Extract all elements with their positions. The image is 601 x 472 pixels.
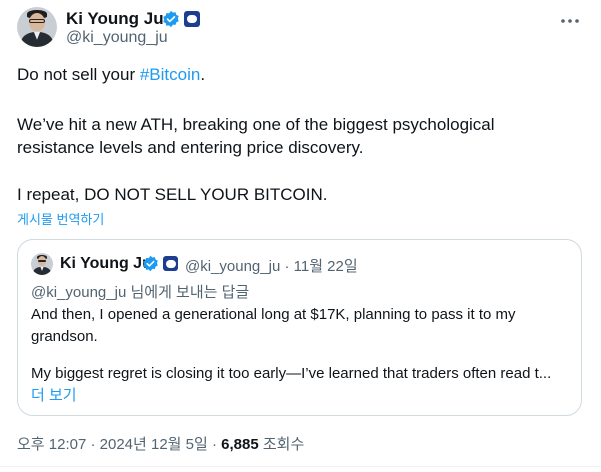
views-count[interactable]: 6,885 <box>221 436 259 453</box>
meta-separator-1: · <box>90 436 96 453</box>
post-meta: 오후 12:07 · 2024년 12월 5일 · 6,885 조회수 <box>17 433 304 454</box>
quoted-line-1: And then, I opened a generational long a… <box>31 306 516 323</box>
quoted-affiliate-badge-icon[interactable] <box>163 256 178 271</box>
verified-badge-icon <box>163 10 179 28</box>
tweet-line-1-text: Do not sell your <box>17 65 140 84</box>
post-date[interactable]: 2024년 12월 5일 <box>100 436 208 453</box>
quoted-author-name[interactable]: Ki Young Ju <box>60 255 152 273</box>
translate-post-link[interactable]: 게시물 번역하기 <box>17 209 104 228</box>
quoted-tweet-card[interactable]: Ki Young Ju @ki_young_ju · 11월 22일 @ki_y… <box>17 239 582 416</box>
show-more-link[interactable]: 더 보기 <box>31 384 77 405</box>
author-handle[interactable]: @ki_young_ju <box>66 29 168 47</box>
quoted-date[interactable]: 11월 22일 <box>294 258 358 275</box>
reply-context-label: 님에게 보내는 답글 <box>126 284 250 301</box>
quoted-author-avatar[interactable] <box>31 253 53 275</box>
tweet-line-1-suffix: . <box>200 65 206 84</box>
author-name[interactable]: Ki Young Ju <box>66 9 164 29</box>
tweet-line-2: We’ve hit a new ATH, breaking one of the… <box>17 115 495 134</box>
quoted-separator: · <box>284 258 290 275</box>
divider <box>0 466 601 467</box>
quoted-author-handle[interactable]: @ki_young_ju <box>185 258 280 275</box>
tweet-line-1: Do not sell your #Bitcoin. <box>17 65 205 85</box>
author-avatar[interactable] <box>17 7 57 47</box>
quoted-meta: @ki_young_ju · 11월 22일 <box>185 255 358 276</box>
tweet-line-4: I repeat, DO NOT SELL YOUR BITCOIN. <box>17 185 328 204</box>
quoted-verified-badge-icon <box>143 255 158 272</box>
quoted-line-2: grandson. <box>31 328 98 345</box>
reply-context: @ki_young_ju 님에게 보내는 답글 <box>31 281 249 302</box>
quoted-line-3: My biggest regret is closing it too earl… <box>31 365 552 382</box>
hashtag-link[interactable]: #Bitcoin <box>140 65 200 84</box>
post-time[interactable]: 오후 12:07 <box>17 436 86 453</box>
more-options-icon[interactable] <box>559 10 581 37</box>
reply-context-handle[interactable]: @ki_young_ju <box>31 284 126 301</box>
tweet-line-3: resistance levels and entering price dis… <box>17 138 364 157</box>
affiliate-badge-icon[interactable] <box>184 11 200 27</box>
views-label: 조회수 <box>262 436 305 453</box>
meta-separator-2: · <box>211 436 217 453</box>
